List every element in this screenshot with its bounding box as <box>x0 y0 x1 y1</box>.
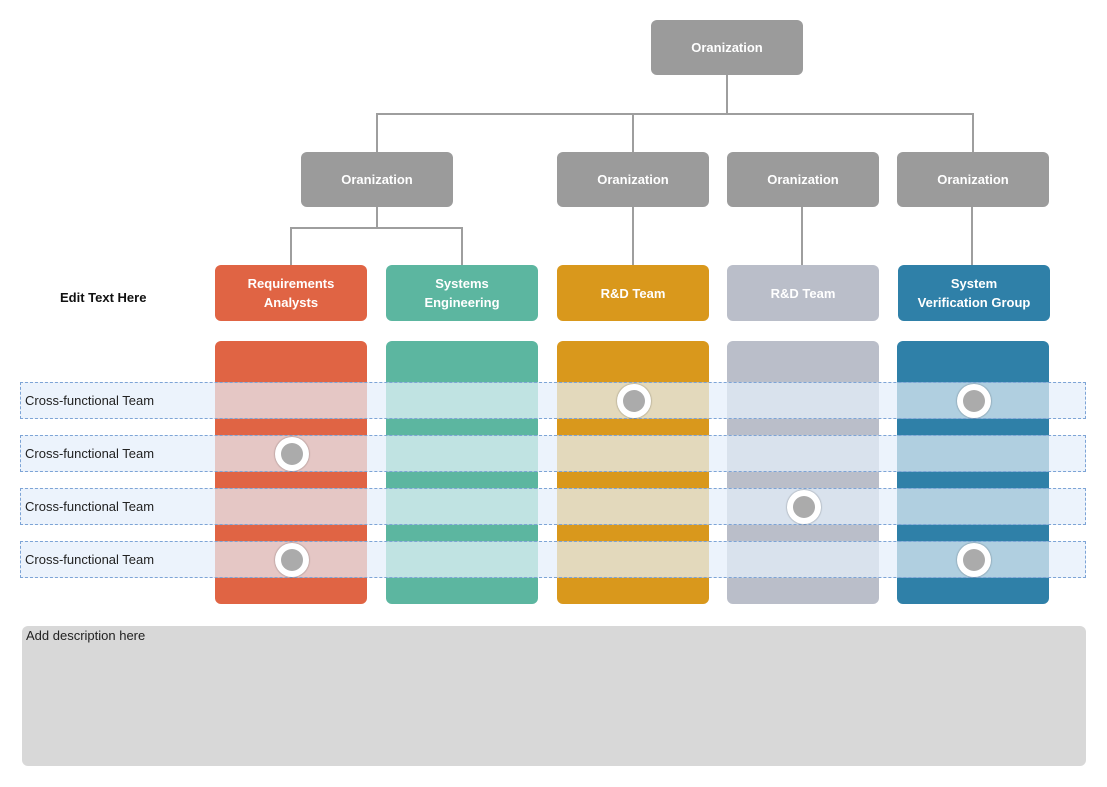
connector <box>290 227 292 265</box>
description-text: Add description here <box>26 628 146 643</box>
org-box[interactable]: Oranization <box>897 152 1049 207</box>
marker-dot <box>963 549 985 571</box>
row-label: Cross-functional Team <box>25 393 155 408</box>
row-cell <box>386 383 538 418</box>
membership-marker-icon[interactable] <box>957 543 991 577</box>
connector <box>290 227 463 229</box>
row-cell <box>897 489 1049 524</box>
marker-dot <box>963 390 985 412</box>
membership-marker-icon[interactable] <box>787 490 821 524</box>
row-cell <box>727 383 879 418</box>
marker-dot <box>281 549 303 571</box>
org-box[interactable]: Oranization <box>301 152 453 207</box>
connector <box>461 227 463 265</box>
connector <box>726 75 728 114</box>
row-cell <box>386 436 538 471</box>
root-org-label: Oranization <box>691 40 763 55</box>
row-cell <box>727 542 879 577</box>
root-org-box[interactable]: Oranization <box>651 20 803 75</box>
description-box[interactable]: Add description here <box>22 626 1086 766</box>
marker-dot <box>793 496 815 518</box>
row-cell <box>215 489 367 524</box>
row-cell <box>897 436 1049 471</box>
membership-marker-icon[interactable] <box>617 384 651 418</box>
row-label: Cross-functional Team <box>25 552 155 567</box>
team-label: R&D Team <box>600 285 666 301</box>
connector <box>632 207 634 265</box>
connector <box>971 207 973 265</box>
side-label[interactable]: Edit Text Here <box>60 290 146 305</box>
team-label: Systems Engineering <box>424 276 500 310</box>
row-cell <box>386 542 538 577</box>
org-label: Oranization <box>597 172 669 187</box>
team-label: System Verification Group <box>917 276 1031 310</box>
membership-marker-icon[interactable] <box>957 384 991 418</box>
team-box[interactable]: Systems Engineering <box>386 265 538 321</box>
team-box[interactable]: R&D Team <box>557 265 709 321</box>
row-cell <box>727 436 879 471</box>
team-label: Requirements Analysts <box>247 276 335 310</box>
team-box[interactable]: R&D Team <box>727 265 879 321</box>
connector <box>632 113 634 152</box>
connector <box>376 113 378 152</box>
row-label: Cross-functional Team <box>25 446 155 461</box>
org-label: Oranization <box>937 172 1009 187</box>
org-box[interactable]: Oranization <box>557 152 709 207</box>
org-label: Oranization <box>341 172 413 187</box>
org-label: Oranization <box>767 172 839 187</box>
row-cell <box>557 489 709 524</box>
connector <box>972 113 974 152</box>
connector <box>801 207 803 265</box>
team-box[interactable]: System Verification Group <box>898 265 1050 321</box>
row-cell <box>557 542 709 577</box>
membership-marker-icon[interactable] <box>275 437 309 471</box>
team-box[interactable]: Requirements Analysts <box>215 265 367 321</box>
team-label: R&D Team <box>770 285 836 301</box>
marker-dot <box>623 390 645 412</box>
row-label: Cross-functional Team <box>25 499 155 514</box>
org-box[interactable]: Oranization <box>727 152 879 207</box>
connector <box>376 113 974 115</box>
membership-marker-icon[interactable] <box>275 543 309 577</box>
connector <box>376 207 378 228</box>
row-cell <box>557 436 709 471</box>
row-cell <box>386 489 538 524</box>
row-cell <box>215 383 367 418</box>
marker-dot <box>281 443 303 465</box>
